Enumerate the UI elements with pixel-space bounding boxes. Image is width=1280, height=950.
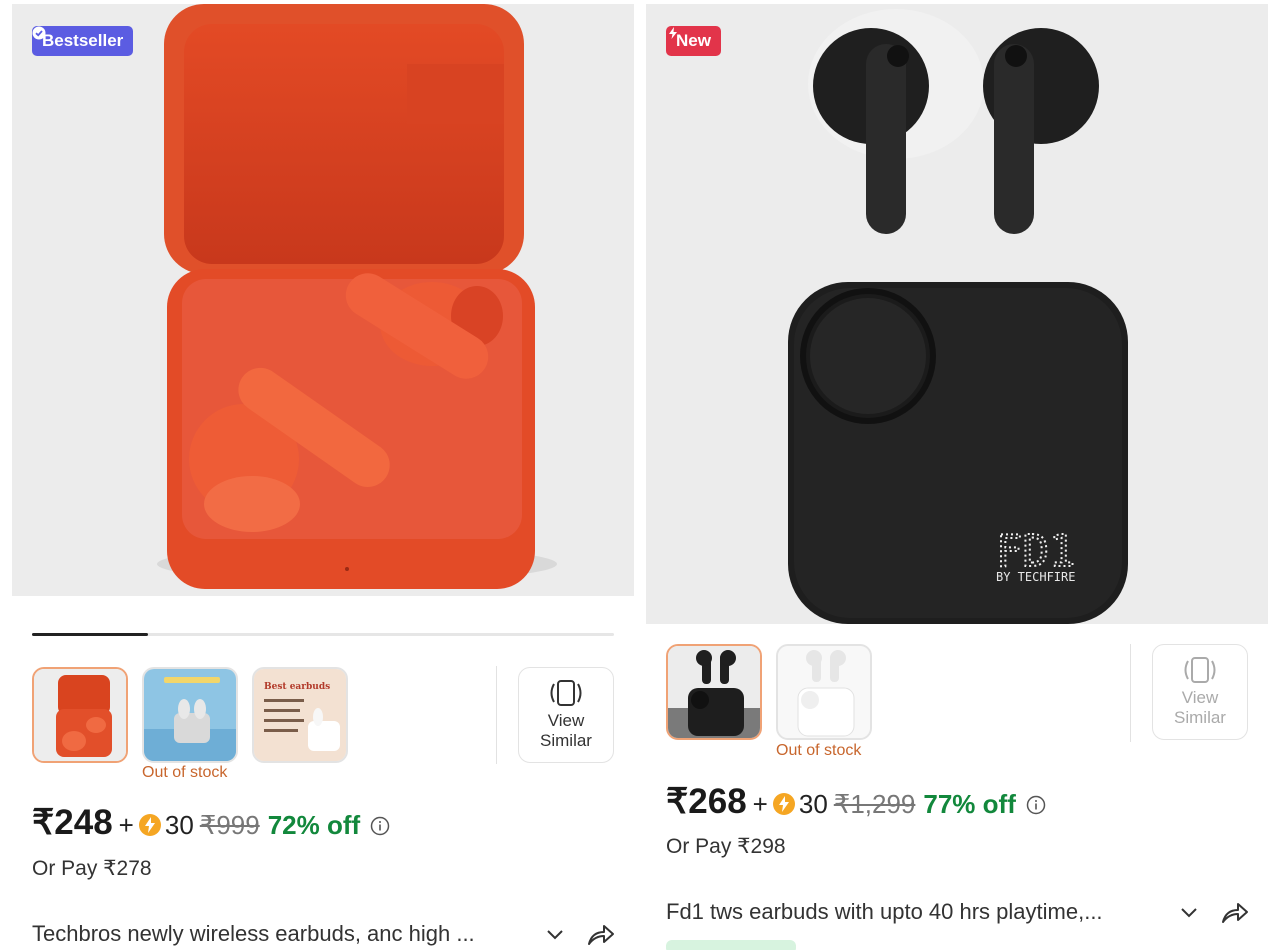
product-title: Techbros newly wireless earbuds, anc hig… — [32, 921, 475, 946]
view-similar-label-1: View — [547, 711, 585, 730]
price: ₹268 — [666, 782, 747, 821]
view-similar-label-2: Similar — [1174, 708, 1226, 727]
thumbnail-list — [666, 644, 872, 740]
gallery-progress-fill — [32, 633, 149, 636]
coins-value: 30 — [798, 789, 828, 819]
chevron-down-icon[interactable] — [544, 923, 566, 945]
thumb-divider — [1130, 644, 1131, 742]
mrp-price: ₹1,299 — [833, 789, 916, 819]
share-icon[interactable] — [586, 921, 616, 947]
discount-label: 77% off — [923, 789, 1016, 819]
coins-value: 30 — [164, 810, 194, 840]
view-similar-button[interactable]: View Similar — [1152, 644, 1248, 740]
gallery-progress — [32, 633, 614, 636]
product-image-black-earbuds[interactable]: FD1 BY TECHFIRE New — [646, 4, 1268, 624]
discount-label: 72% off — [267, 810, 361, 840]
badge-label: Bestseller — [42, 31, 124, 50]
best-earbuds-thumb-icon: Best earbuds — [254, 669, 346, 761]
product-title: Fd1 tws earbuds with upto 40 hrs playtim… — [666, 899, 1103, 924]
white-fd1-thumb-icon — [778, 646, 870, 738]
bestseller-badge: Bestseller — [32, 26, 134, 56]
black-fd1-thumb-icon — [668, 646, 760, 738]
thumbnail-white-fd1[interactable] — [776, 644, 872, 740]
thumbnail-blue-earbuds[interactable] — [142, 667, 238, 763]
price: ₹248 — [32, 803, 113, 842]
mrp-price: ₹999 — [199, 810, 260, 840]
out-of-stock-label: Out of stock — [776, 742, 862, 759]
product-card-techbros[interactable]: Bestseller Best earbuds Out of stock Vie… — [12, 0, 634, 950]
plus-sign: + — [752, 789, 768, 819]
case-sub-text: BY TECHFIRE — [996, 570, 1075, 584]
new-badge: New — [666, 26, 721, 56]
verified-check-icon — [32, 26, 46, 40]
thumbnail-black-fd1[interactable] — [666, 644, 762, 740]
product-card-fd1[interactable]: FD1 BY TECHFIRE New Out of stock View Si… — [646, 0, 1268, 950]
orange-earbuds-thumb-icon — [34, 669, 126, 761]
thumbnail-best-earbuds[interactable]: Best earbuds — [252, 667, 348, 763]
delivery-pill — [666, 940, 796, 950]
price-row: ₹248 + 30 ₹999 72% off — [32, 803, 390, 843]
blue-earbuds-thumb-icon — [144, 669, 236, 761]
view-similar-label-1: View — [1181, 688, 1219, 707]
thumbnail-orange-earbuds[interactable] — [32, 667, 128, 763]
black-fd1-earbuds-illustration: FD1 BY TECHFIRE — [788, 9, 1128, 624]
out-of-stock-label: Out of stock — [142, 764, 228, 781]
info-icon[interactable] — [370, 816, 390, 836]
badge-label: New — [676, 31, 711, 50]
chevron-down-icon[interactable] — [1178, 901, 1200, 923]
coin-lightning-icon — [138, 814, 161, 836]
view-similar-icon — [550, 680, 582, 706]
share-icon[interactable] — [1220, 899, 1250, 925]
info-icon[interactable] — [1026, 795, 1046, 815]
or-pay-price: Or Pay ₹298 — [666, 835, 786, 858]
product-image-orange-earbuds[interactable]: Bestseller — [12, 4, 634, 596]
thumb-best-earbuds-text: Best earbuds — [264, 682, 330, 692]
thumb-divider — [496, 666, 497, 764]
view-similar-icon — [1184, 657, 1216, 683]
view-similar-button[interactable]: View Similar — [518, 667, 614, 763]
product-title-row[interactable]: Techbros newly wireless earbuds, anc hig… — [32, 921, 616, 947]
view-similar-label-2: Similar — [540, 731, 592, 750]
thumbnail-list: Best earbuds — [32, 667, 348, 763]
coin-lightning-icon — [772, 793, 795, 815]
plus-sign: + — [118, 810, 134, 840]
or-pay-price: Or Pay ₹278 — [32, 857, 152, 880]
lightning-icon — [669, 27, 677, 39]
orange-earbuds-illustration — [157, 4, 557, 589]
product-title-row[interactable]: Fd1 tws earbuds with upto 40 hrs playtim… — [666, 899, 1250, 925]
price-row: ₹268 + 30 ₹1,299 77% off — [666, 782, 1046, 822]
